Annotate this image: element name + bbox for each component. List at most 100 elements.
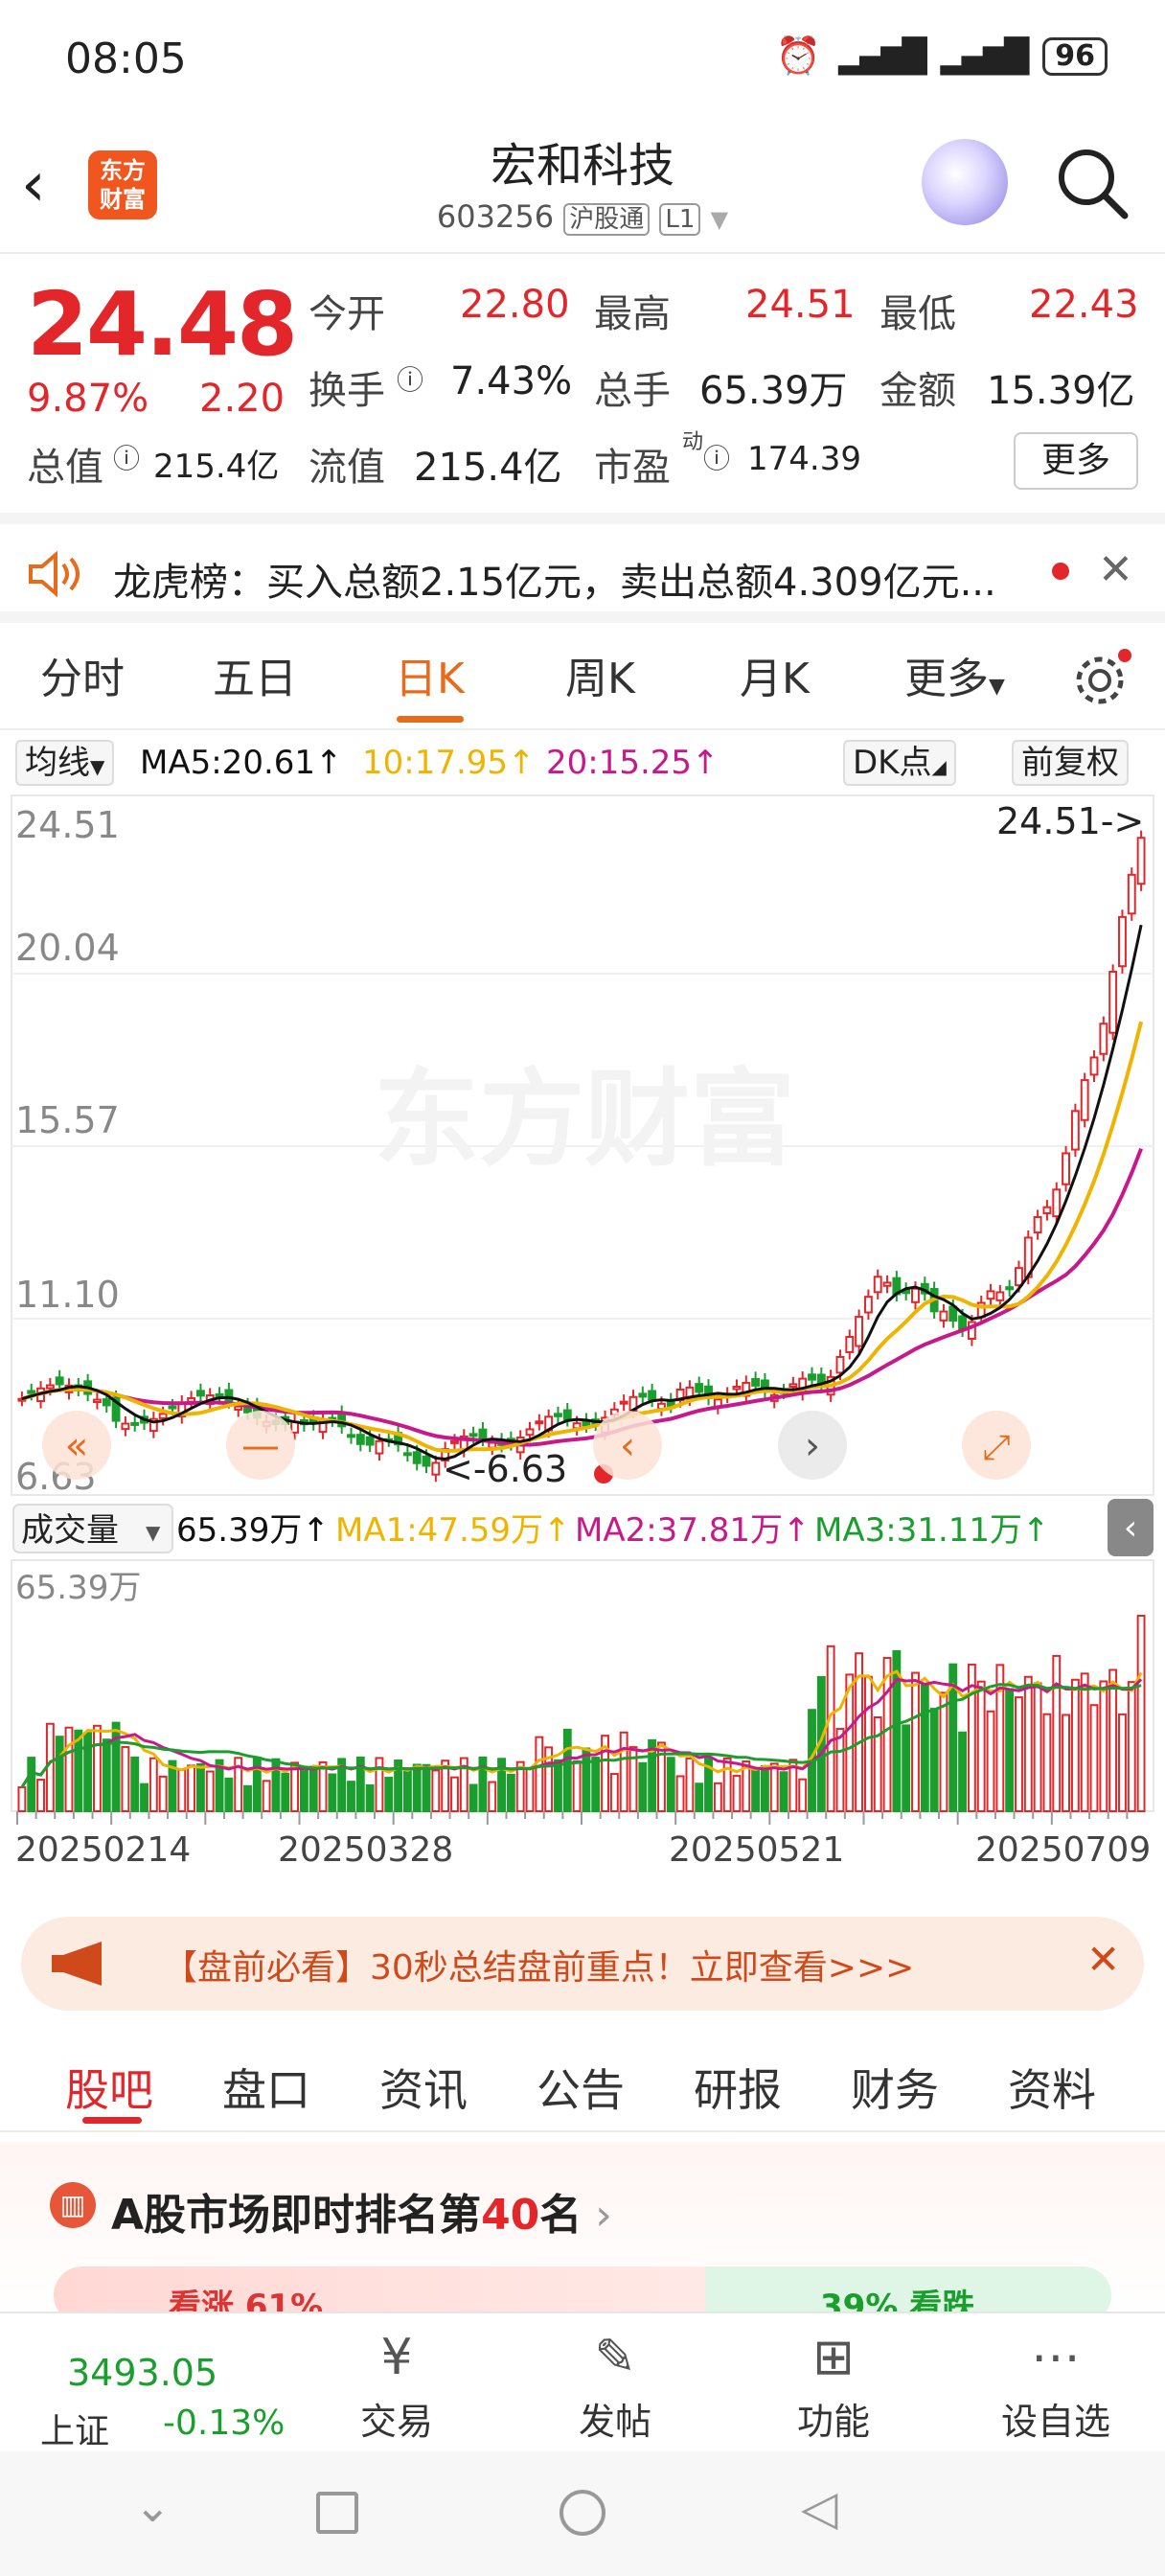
candle-body xyxy=(375,1439,384,1455)
add-favorite-button[interactable]: ⋯ 设自选 xyxy=(979,2329,1132,2445)
candle-body xyxy=(27,1390,36,1394)
trade-label: 交易 xyxy=(359,2401,433,2443)
volume-bar xyxy=(535,1736,544,1813)
dk-point-button[interactable]: DK点◢ xyxy=(843,740,956,786)
volume-label: 总手 xyxy=(594,369,671,413)
candle-body xyxy=(1005,1286,1015,1291)
candle-body xyxy=(224,1389,234,1403)
tab-more[interactable]: 更多▼ xyxy=(904,644,1005,705)
close-icon[interactable]: ✕ xyxy=(1086,1936,1120,1983)
indicator-select[interactable]: 均线▼ xyxy=(15,740,115,786)
post-button[interactable]: ✎ 发帖 xyxy=(538,2329,692,2445)
tab-research[interactable]: 研报 xyxy=(694,2056,782,2119)
volume-bar xyxy=(375,1757,384,1813)
dk-label: DK点 xyxy=(853,744,932,782)
volume-bar xyxy=(751,1768,761,1812)
volume-bar xyxy=(468,1783,478,1813)
volume-bar xyxy=(732,1775,742,1813)
home-icon[interactable] xyxy=(560,2490,605,2536)
adjust-button[interactable]: 前复权 xyxy=(1012,740,1129,786)
tab-minute[interactable]: 分时 xyxy=(40,644,125,705)
hide-keyboard-icon[interactable]: ⌄ xyxy=(134,2480,171,2532)
post-label: 发帖 xyxy=(578,2401,651,2443)
volume-bar xyxy=(422,1763,431,1813)
volume-bar xyxy=(431,1769,441,1812)
status-icons: ⏰ ▂▄▆█ ▂▄▆█ 96 xyxy=(776,34,1108,78)
kline-chart[interactable]: 东方财富 24.51 20.04 15.57 11.10 6.63 24.51-… xyxy=(0,792,1165,1903)
tab-finance[interactable]: 财务 xyxy=(851,2056,939,2119)
volume-bar xyxy=(638,1761,648,1812)
more-button[interactable]: 更多 xyxy=(1014,432,1138,490)
volume-bar xyxy=(591,1757,601,1813)
tab-announcements[interactable]: 公告 xyxy=(537,2056,625,2119)
market-rank-card[interactable]: ▥ A股市场即时排名第40名 › 看涨 61% 39% 看跌 xyxy=(0,2142,1165,2326)
volume-bar xyxy=(798,1778,808,1812)
close-icon[interactable]: ✕ xyxy=(1098,545,1133,594)
assistant-robot-icon[interactable] xyxy=(922,139,1008,225)
volume-bar xyxy=(582,1747,591,1812)
signal-icon-2: ▂▄▆█ xyxy=(940,36,1030,76)
volume-max-label: 65.39万 xyxy=(15,1569,141,1607)
content-tabs: 股吧 盘口 资讯 公告 研报 财务 资料 xyxy=(0,2027,1165,2132)
trade-button[interactable]: ¥ 交易 xyxy=(320,2329,473,2445)
y-label-3: 15.57 xyxy=(15,1099,120,1141)
tab-guba[interactable]: 股吧 xyxy=(65,2056,153,2119)
tab-profile[interactable]: 资料 xyxy=(1008,2056,1096,2119)
volume-value: 65.39万 xyxy=(699,369,848,413)
index-change: -0.13% xyxy=(163,2404,286,2443)
period-tabs: 分时 五日 日K 周K 月K 更多▼ xyxy=(0,625,1165,730)
recent-apps-icon[interactable] xyxy=(316,2492,358,2534)
volume-bar xyxy=(713,1782,722,1813)
index-ticker[interactable]: 3493.05 上证 -0.13% xyxy=(29,2327,316,2451)
tab-pankou[interactable]: 盘口 xyxy=(222,2056,310,2119)
volume-bar xyxy=(666,1757,675,1813)
candle-body xyxy=(911,1287,920,1303)
date-ticks xyxy=(16,1811,1129,1825)
svg-text:▼: ▼ xyxy=(146,1521,161,1544)
volume-bar xyxy=(619,1731,628,1813)
settings-gear-icon[interactable] xyxy=(1071,648,1132,709)
tab-weekly-k[interactable]: 周K xyxy=(565,644,635,705)
info-icon[interactable]: ⓘ xyxy=(113,438,140,476)
longhubang-notice[interactable]: 龙虎榜：买入总额2.15亿元，卖出总额4.309亿元... ✕ xyxy=(0,513,1165,623)
candle-body xyxy=(431,1461,441,1476)
candle-body xyxy=(732,1385,742,1391)
candle-body xyxy=(102,1398,111,1407)
volume-bar xyxy=(64,1726,74,1813)
tab-five-day[interactable]: 五日 xyxy=(213,644,297,705)
back-nav-icon[interactable]: ◁ xyxy=(801,2480,837,2536)
info-icon[interactable]: ⓘ xyxy=(703,438,730,476)
change-percent: 9.87% xyxy=(27,377,149,421)
info-icon[interactable]: ⓘ xyxy=(397,359,423,398)
tab-monthly-k[interactable]: 月K xyxy=(740,644,810,705)
pe-label: 市盈 xyxy=(594,446,671,490)
volume-bar xyxy=(1108,1668,1118,1812)
max-marker: 24.51-> xyxy=(996,800,1144,842)
volume-bar xyxy=(412,1763,422,1812)
volume-bar xyxy=(224,1777,234,1812)
notice-text: 龙虎榜：买入总额2.15亿元，卖出总额4.309亿元... xyxy=(113,561,996,605)
candle-body xyxy=(1052,1188,1062,1218)
candle-body xyxy=(845,1336,855,1353)
candle-body xyxy=(1015,1267,1023,1287)
volume-bar xyxy=(1033,1682,1042,1812)
volume-bar xyxy=(402,1769,412,1813)
promo-banner[interactable]: 【盘前必看】30秒总结盘前重点！立即查看>>> ✕ xyxy=(21,1917,1144,2011)
watermark: 东方财富 xyxy=(374,1058,795,1181)
candle-body xyxy=(995,1291,1005,1301)
volume-bar xyxy=(920,1683,929,1813)
volume-bar xyxy=(252,1756,262,1813)
functions-button[interactable]: ⊞ 功能 xyxy=(757,2329,910,2445)
tab-daily-k[interactable]: 日K xyxy=(395,644,465,705)
volume-bar xyxy=(140,1782,148,1812)
candle-body xyxy=(939,1310,948,1322)
volume-bar xyxy=(17,1786,27,1813)
candle-body xyxy=(1118,915,1127,968)
search-icon[interactable] xyxy=(1054,145,1131,221)
volume-bar xyxy=(195,1762,205,1812)
volume-bar xyxy=(939,1691,948,1813)
volume-bar xyxy=(1127,1681,1136,1812)
tab-news[interactable]: 资讯 xyxy=(379,2056,468,2119)
volume-bar xyxy=(1062,1714,1070,1812)
high-value: 24.51 xyxy=(745,283,856,327)
